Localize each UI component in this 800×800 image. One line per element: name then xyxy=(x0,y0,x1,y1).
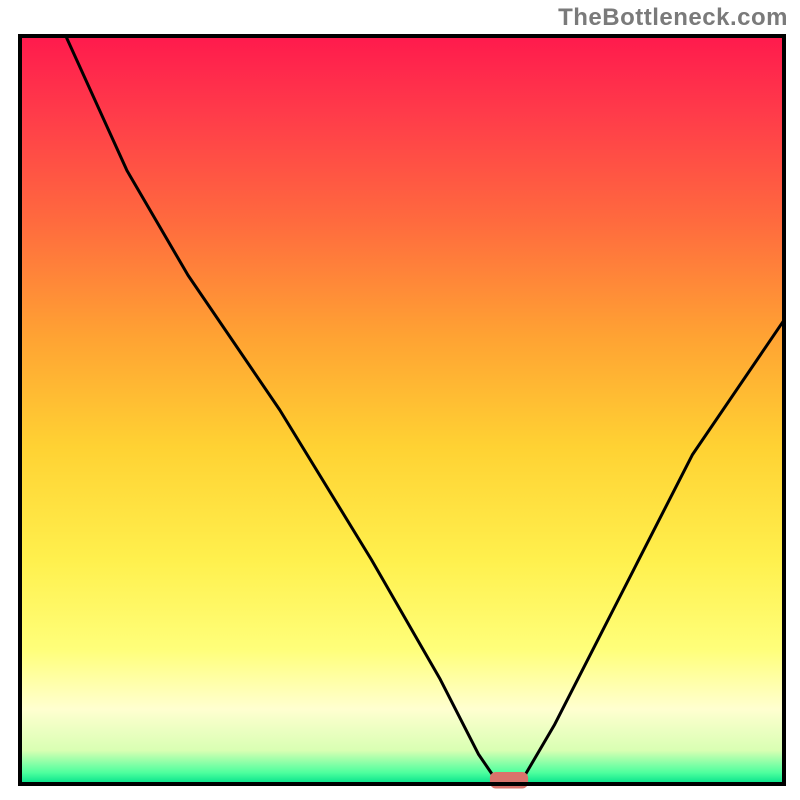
watermark-label: TheBottleneck.com xyxy=(558,4,788,32)
bottleneck-chart xyxy=(0,0,800,800)
chart-container: TheBottleneck.com xyxy=(0,0,800,800)
